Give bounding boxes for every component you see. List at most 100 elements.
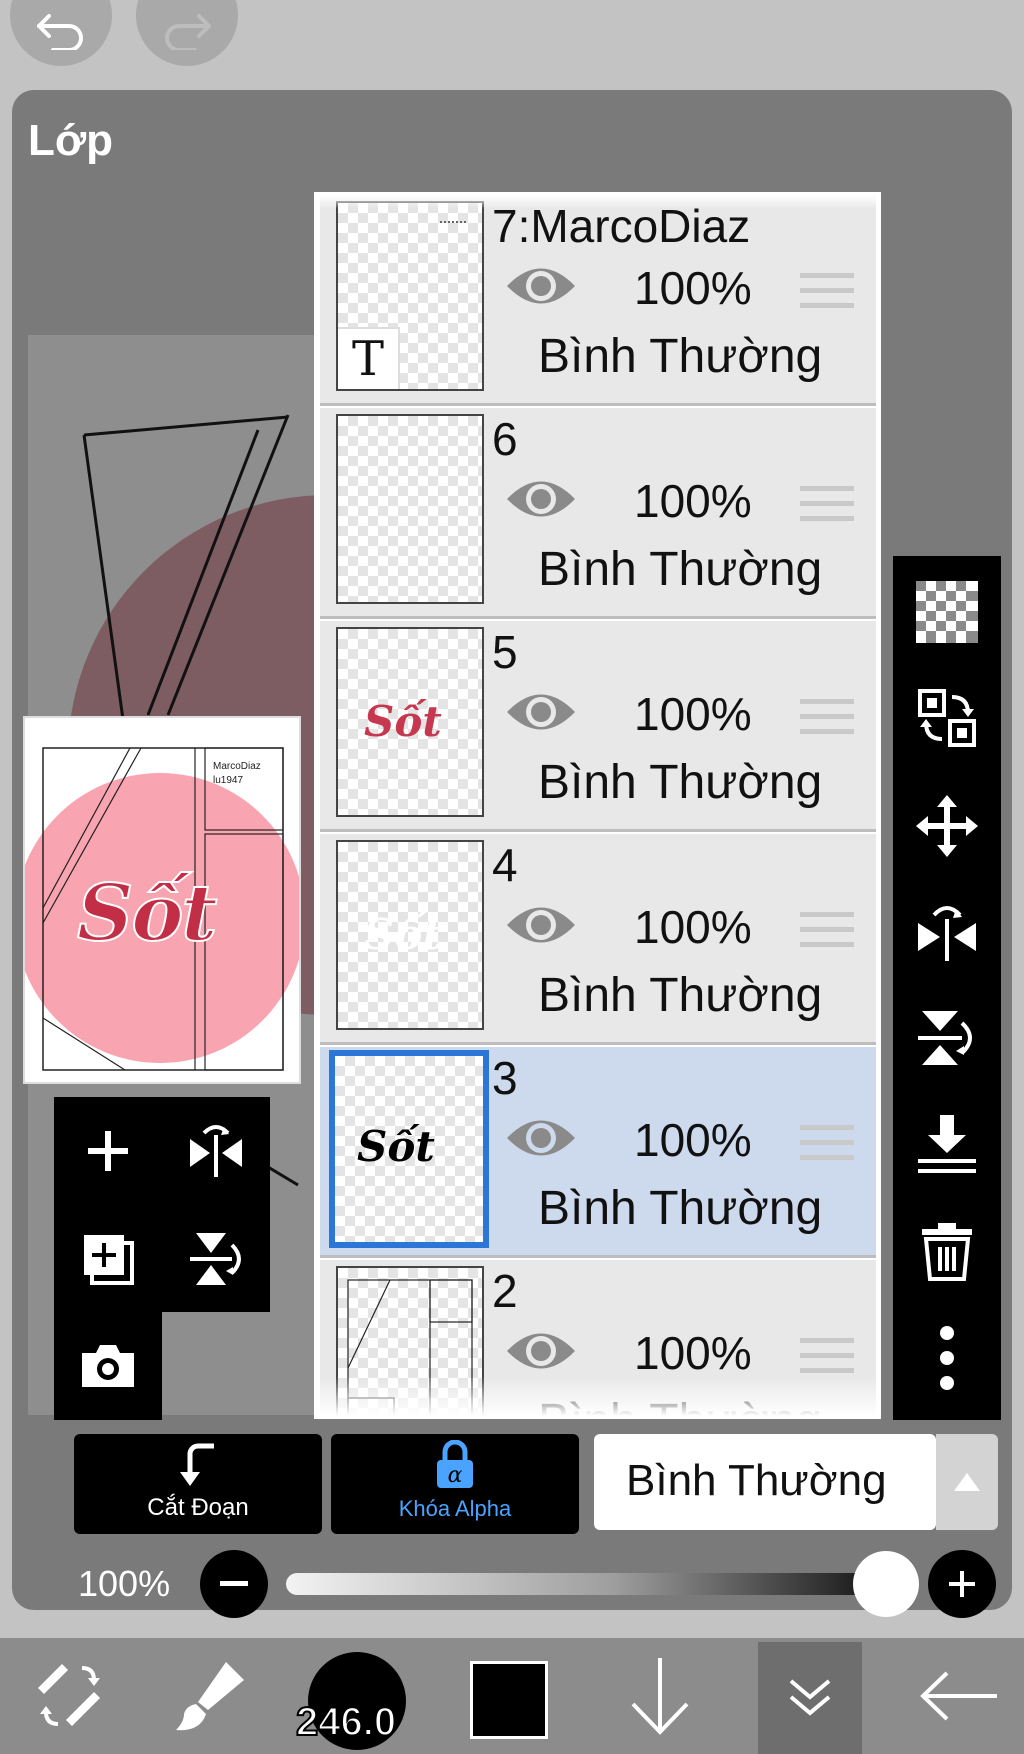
drag-handle[interactable] [800,1123,854,1170]
layer-blend-mode: Bình Thường [538,1182,823,1235]
visibility-toggle[interactable] [503,900,579,955]
transparency-icon [916,581,978,643]
visibility-toggle[interactable] [503,687,579,742]
brush-icon [176,1662,244,1731]
opacity-slider[interactable] [286,1573,886,1595]
layer-thumbnail [336,414,484,604]
eye-icon [507,1333,575,1369]
delete-layer-button[interactable] [893,1200,1001,1300]
drag-handle-icon [800,1125,854,1160]
drag-handle-icon [800,699,854,734]
arrow-down-icon [631,1658,689,1735]
minus-icon [220,1581,248,1586]
merge-down-button[interactable] [893,1094,1001,1194]
visibility-toggle[interactable] [503,1113,579,1168]
preview-art-text: Sốt [76,867,218,960]
eye-icon [507,268,575,304]
camera-button[interactable] [54,1312,162,1420]
drag-handle-icon [800,273,854,308]
blend-mode-value: Bình Thường [626,1456,887,1505]
divider [320,829,876,832]
add-copy-layer-button[interactable] [54,1205,162,1313]
flip-vertical-button[interactable] [893,988,1001,1088]
layer-thumbnail: Sốt [336,627,484,817]
drag-handle-icon [800,486,854,521]
layer-item[interactable]: 6 100% Bình Thường [320,408,876,618]
trash-icon [922,1223,972,1281]
right-toolbar [893,556,1001,1420]
flip-horizontal-button[interactable] [893,882,1001,982]
layer-blend-mode: Bình Thường [538,330,823,383]
visibility-toggle[interactable] [503,474,579,529]
clip-arrow-icon [180,1443,214,1486]
layer-item[interactable]: T 7:MarcoDiaz 100% Bình Thường [320,195,876,405]
layer-thumbnail: Sốt [336,840,484,1030]
move-button[interactable] [893,776,1001,876]
eye-icon [507,694,575,730]
visibility-toggle[interactable] [503,261,579,316]
layer-blend-mode: Bình Thường [538,756,823,809]
back-button[interactable] [908,1638,1008,1754]
drag-handle[interactable] [800,271,854,318]
layer-item[interactable]: Sốt 4 100% Bình Thường [320,834,876,1044]
layer-name: 4 [492,839,518,891]
alpha-lock-button[interactable]: α Khóa Alpha [331,1434,579,1534]
opacity-decrease-button[interactable] [200,1550,268,1618]
layer-thumbnail: T [336,201,484,391]
opacity-increase-button[interactable] [928,1550,996,1618]
layer-opacity: 100% [634,688,752,740]
flip-horizontal-button[interactable] [162,1097,270,1205]
divider [320,1255,876,1258]
thumb-art: Sốt [364,697,442,746]
eye-icon [507,481,575,517]
layer-blend-mode: Bình Thường [538,969,823,1022]
add-layer-button[interactable] [54,1097,162,1205]
brush-button[interactable] [160,1638,260,1754]
transparency-button[interactable] [893,562,1001,662]
layer-opacity: 100% [634,475,752,527]
layers-button[interactable] [758,1642,862,1754]
drag-handle[interactable] [800,697,854,744]
flip-vertical-button[interactable] [162,1205,270,1313]
layer-name: 3 [492,1052,518,1104]
clip-button[interactable]: Cắt Đoạn [74,1434,322,1534]
tools-button[interactable] [20,1638,120,1754]
move-icon [916,795,978,857]
left-toolbar [54,1097,270,1312]
color-swatch-button[interactable] [470,1661,548,1739]
thumb-tiny-text [440,221,466,229]
layer-item-selected[interactable]: Sốt 3 100% Bình Thường [320,1047,876,1257]
layer-item[interactable]: Sốt 5 100% Bình Thường [320,621,876,831]
blend-mode-dropdown-button[interactable] [936,1434,998,1530]
alpha-lock-label: Khóa Alpha [398,1496,512,1521]
merge-down-icon [918,1115,976,1173]
more-options-button[interactable] [893,1308,1001,1408]
svg-text:α: α [448,1463,463,1488]
thumb-art: Sốt [364,910,442,959]
layer-transform-button[interactable] [893,668,1001,768]
drag-handle-icon [800,912,854,947]
layer-opacity: 100% [634,901,752,953]
opacity-label: 100% [78,1563,171,1604]
flip-vertical-icon [918,1011,972,1065]
layer-list[interactable]: T 7:MarcoDiaz 100% Bình Thường 6 100% Bì… [314,192,881,1419]
visibility-toggle[interactable] [503,1326,579,1381]
canvas-preview[interactable]: Sốt MarcoDiaz lu1947 [23,716,301,1084]
layer-name: 2 [492,1265,518,1317]
drag-handle[interactable] [800,910,854,957]
arrow-down-button[interactable] [610,1638,710,1754]
opacity-slider-thumb[interactable] [853,1551,919,1617]
left-toolbar-camera [54,1312,162,1420]
triangle-up-icon [954,1473,980,1491]
blend-mode-select[interactable]: Bình Thường [594,1434,936,1530]
divider [320,616,876,619]
add-copy-layer-icon [84,1235,134,1285]
plus-icon [949,1571,975,1597]
undo-icon [37,14,83,50]
drag-handle-icon [800,1338,854,1373]
layers-collapse-icon [789,1679,831,1716]
tools-icon [38,1664,100,1726]
drag-handle[interactable] [800,484,854,531]
eye-icon [507,907,575,943]
flip-vertical-icon [190,1233,241,1285]
